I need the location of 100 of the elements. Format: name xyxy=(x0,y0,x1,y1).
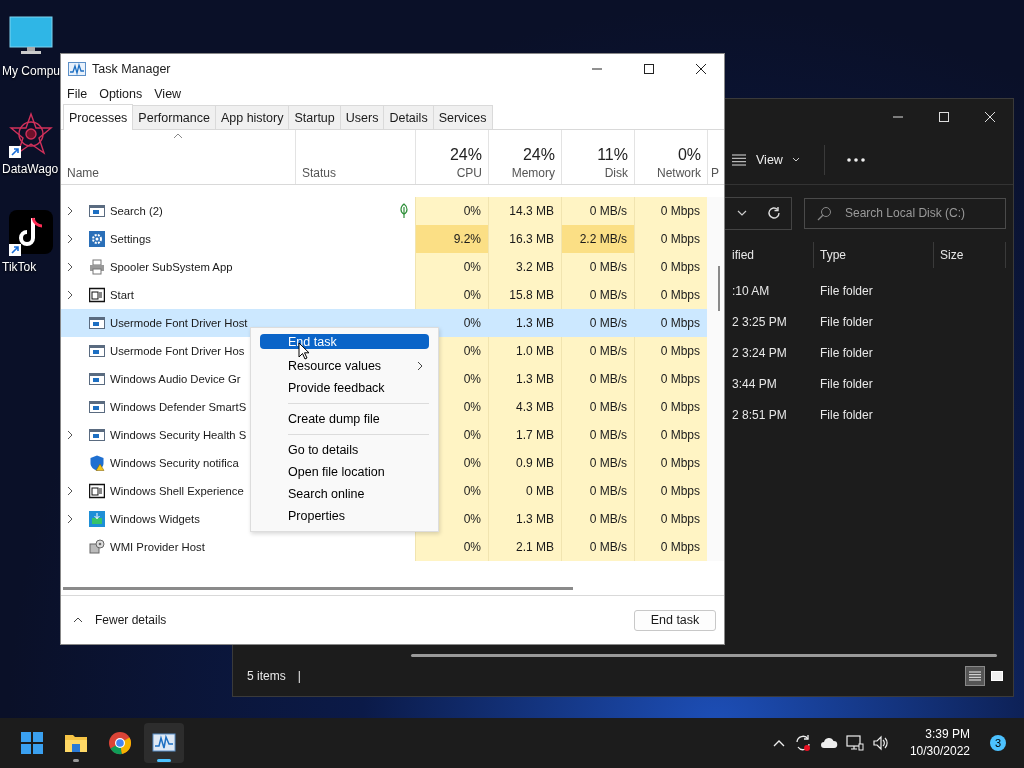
column-header[interactable]: 11% Disk xyxy=(561,130,634,184)
column-header[interactable]: Size xyxy=(934,242,1006,268)
table-cell-text: 2 3:25 PM xyxy=(731,314,788,329)
chevron-right-icon[interactable] xyxy=(66,206,73,216)
window-icon xyxy=(89,483,105,499)
chevron-right-icon[interactable] xyxy=(66,514,73,524)
search-icon xyxy=(816,205,832,222)
scrollbar-thumb[interactable] xyxy=(63,586,573,590)
process-row[interactable]: WMI Provider Host 0% 2.1 MB 0 MB/s 0 Mbps xyxy=(61,533,724,561)
process-row[interactable]: Spooler SubSystem App 0% 3.2 MB 0 MB/s 0 Mbps xyxy=(61,253,724,281)
task-manager-button[interactable] xyxy=(144,723,184,763)
menu-item[interactable]: End task xyxy=(260,334,429,349)
process-name: Start xyxy=(110,289,134,301)
notification-badge[interactable]: 3 xyxy=(990,735,1006,751)
star-pattern-icon[interactable] xyxy=(9,112,53,156)
table-cell-text: File folder xyxy=(819,314,874,329)
details-view-button[interactable] xyxy=(965,666,985,686)
table-cell: 1.0 MB xyxy=(488,337,561,365)
more-icon[interactable] xyxy=(846,157,865,162)
table-cell: 0 Mbps xyxy=(634,365,707,393)
process-name: Windows Security notifica xyxy=(110,457,239,469)
table-cell: 9.2% xyxy=(415,225,488,253)
maximize-icon[interactable] xyxy=(643,62,655,75)
list-icon[interactable] xyxy=(731,153,747,166)
desktop-icon-label[interactable]: DataWago xyxy=(0,162,59,176)
end-task-button[interactable]: End task xyxy=(634,609,716,631)
details-view-icon[interactable] xyxy=(969,671,981,681)
chevron-right-icon xyxy=(417,361,423,371)
tab[interactable]: Details xyxy=(383,105,434,129)
desktop-icon-label[interactable]: My Compu xyxy=(0,64,60,78)
item-count: 5 items xyxy=(247,669,286,683)
column-header[interactable]: P xyxy=(707,130,724,184)
chevron-down-icon[interactable] xyxy=(737,210,747,216)
tab[interactable]: Users xyxy=(339,105,385,129)
search-field[interactable]: Search Local Disk (C:) xyxy=(804,197,1006,229)
column-header[interactable]: 24% CPU xyxy=(415,130,488,184)
table-cell: 0 Mbps xyxy=(634,533,707,561)
app-window-icon xyxy=(89,399,105,415)
tab[interactable]: Services xyxy=(432,105,493,129)
chevron-right-icon[interactable] xyxy=(66,430,73,440)
table-cell: 14.3 MB xyxy=(488,197,561,225)
table-cell: 0 MB/s xyxy=(561,253,634,281)
clock[interactable]: 3:39 PM 10/30/2022 xyxy=(909,726,970,760)
chevron-right-icon[interactable] xyxy=(66,486,73,496)
column-header[interactable]: ified xyxy=(726,242,814,268)
scrollbar-thumb[interactable] xyxy=(718,266,720,311)
process-row[interactable]: Search (2) 0% 14.3 MB 0 MB/s 0 Mbps xyxy=(61,197,724,225)
cloud-icon[interactable] xyxy=(819,736,838,750)
menu-item[interactable]: Options xyxy=(93,86,149,101)
table-cell: 0 Mbps xyxy=(634,225,707,253)
table-cell: 0 MB/s xyxy=(561,281,634,309)
column-header[interactable]: Name xyxy=(61,130,295,184)
process-row[interactable]: Settings 9.2% 16.3 MB 2.2 MB/s 0 Mbps xyxy=(61,225,724,253)
table-cell: 16.3 MB xyxy=(488,225,561,253)
process-name: Windows Shell Experience xyxy=(110,485,244,497)
tab[interactable]: Processes xyxy=(63,104,134,130)
running-indicator xyxy=(157,759,171,762)
tiles-view-icon[interactable] xyxy=(991,671,1003,681)
table-cell-text: 2 3:24 PM xyxy=(731,345,788,360)
chevron-down-icon[interactable] xyxy=(791,157,800,162)
table-cell: 0 Mbps xyxy=(634,253,707,281)
table-cell: 1.3 MB xyxy=(488,365,561,393)
scrollbar-thumb[interactable] xyxy=(411,653,997,657)
menu-item[interactable]: View xyxy=(148,86,188,101)
table-cell: 0 MB/s xyxy=(561,477,634,505)
music-note-icon[interactable] xyxy=(9,210,53,254)
table-cell: 0 MB/s xyxy=(561,393,634,421)
table-cell: 0 Mbps xyxy=(634,449,707,477)
desktop-icon-label[interactable]: TikTok xyxy=(0,260,37,274)
volume-icon[interactable] xyxy=(871,735,890,751)
process-row[interactable]: Usermode Font Driver Host 0% 1.3 MB 0 MB/s 0 Mbps xyxy=(61,309,724,337)
table-cell: 0 MB/s xyxy=(561,197,634,225)
column-header[interactable]: Status xyxy=(295,130,415,184)
chevron-right-icon[interactable] xyxy=(66,290,73,300)
column-header[interactable]: 24% Memory xyxy=(488,130,561,184)
printer-icon xyxy=(89,259,105,275)
menu-item[interactable]: File xyxy=(61,86,94,101)
tab[interactable]: Performance xyxy=(132,105,216,129)
view-button[interactable]: View xyxy=(727,144,804,175)
network-icon[interactable] xyxy=(845,735,864,751)
tab[interactable]: App history xyxy=(214,105,290,129)
refresh-icon[interactable] xyxy=(767,206,781,220)
table-cell: 2.1 MB xyxy=(488,533,561,561)
app-window-icon xyxy=(89,315,105,331)
close-icon[interactable] xyxy=(695,62,707,75)
caret-up-icon[interactable] xyxy=(73,617,83,623)
sync-icon[interactable] xyxy=(793,734,812,752)
process-name: Settings xyxy=(110,233,151,245)
monitor-icon[interactable] xyxy=(9,16,53,56)
fewer-details-button[interactable]: Fewer details xyxy=(71,611,169,629)
chevron-right-icon[interactable] xyxy=(66,234,73,244)
table-cell-text: File folder xyxy=(819,345,874,360)
table-cell: 0 Mbps xyxy=(634,197,707,225)
tab[interactable]: Startup xyxy=(288,105,341,129)
chevron-right-icon[interactable] xyxy=(66,262,73,272)
table-cell: 3.2 MB xyxy=(488,253,561,281)
process-row[interactable]: Start 0% 15.8 MB 0 MB/s 0 Mbps xyxy=(61,281,724,309)
column-header[interactable]: 0% Network xyxy=(634,130,707,184)
running-indicator xyxy=(73,759,79,762)
column-header[interactable]: Type xyxy=(814,242,934,268)
